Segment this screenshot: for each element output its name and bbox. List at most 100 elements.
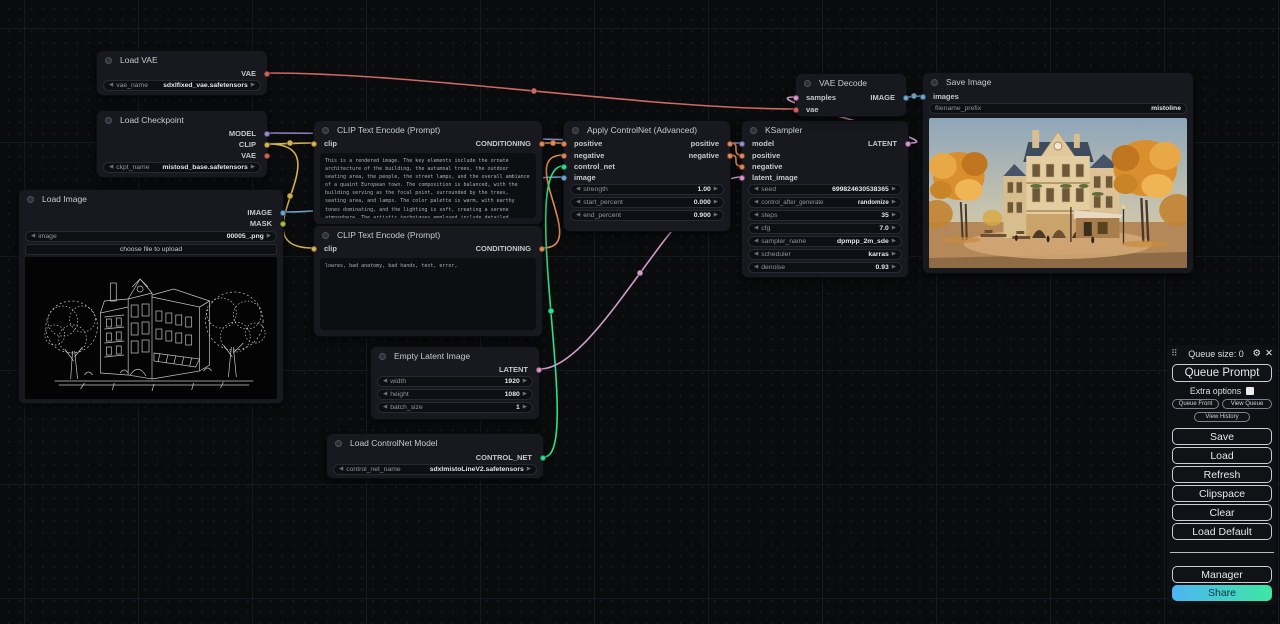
widget-increment-icon[interactable]: ▶ — [523, 378, 527, 385]
widget-decrement-icon[interactable]: ◀ — [754, 264, 758, 271]
latent-output-port[interactable] — [905, 141, 911, 147]
latent-output-port[interactable] — [536, 367, 542, 373]
control-net-input-port[interactable] — [561, 164, 567, 170]
choose-file-button[interactable]: choose file to upload — [25, 244, 277, 255]
width-widget[interactable]: ◀ width 1920 ▶ — [377, 376, 533, 387]
extra-options-checkbox[interactable] — [1246, 386, 1255, 395]
positive-input-port[interactable] — [739, 153, 745, 159]
clipspace-button[interactable]: Clipspace — [1172, 485, 1272, 502]
widget-increment-icon[interactable]: ▶ — [523, 391, 527, 398]
steps-widget[interactable]: ◀ steps 35 ▶ — [748, 210, 902, 221]
widget-decrement-icon[interactable]: ◀ — [754, 251, 758, 258]
conditioning-output-port[interactable] — [539, 141, 545, 147]
queue-prompt-button[interactable]: Queue Prompt — [1172, 364, 1272, 382]
start-percent-widget[interactable]: ◀ start_percent 0.000 ▶ — [570, 197, 724, 208]
widget-increment-icon[interactable]: ▶ — [714, 186, 718, 193]
comfyui-canvas[interactable]: Load VAE VAE ◀ vae_name sdxlfixed_vae.sa… — [0, 0, 1280, 624]
widget-increment-icon[interactable]: ▶ — [267, 233, 271, 240]
widget-decrement-icon[interactable]: ◀ — [754, 238, 758, 245]
conditioning-output-port[interactable] — [539, 246, 545, 252]
widget-decrement-icon[interactable]: ◀ — [109, 164, 113, 171]
widget-decrement-icon[interactable]: ◀ — [383, 378, 387, 385]
control-net-name-widget[interactable]: ◀ control_net_name sdxlmistoLineV2.safet… — [333, 464, 537, 475]
image-input-port[interactable] — [561, 175, 567, 181]
cfg-widget[interactable]: ◀ cfg 7.0 ▶ — [748, 223, 902, 234]
control-after-generate-widget[interactable]: ◀ control_after_generate randomize ▶ — [748, 197, 902, 208]
widget-increment-icon[interactable]: ▶ — [527, 466, 531, 473]
prompt-text-field[interactable]: This is a rendered image. The key elemen… — [320, 153, 536, 218]
widget-decrement-icon[interactable]: ◀ — [754, 199, 758, 206]
widget-decrement-icon[interactable]: ◀ — [576, 199, 580, 206]
negative-output-port[interactable] — [727, 153, 733, 159]
vae-input-port[interactable] — [793, 107, 799, 113]
vae-name-widget[interactable]: ◀ vae_name sdxlfixed_vae.safetensors ▶ — [103, 80, 261, 91]
node-clip-text-encode-positive[interactable]: CLIP Text Encode (Prompt) clip CONDITION… — [311, 120, 545, 225]
load-button[interactable]: Load — [1172, 447, 1272, 464]
clip-output-port[interactable] — [264, 142, 270, 148]
mask-output-port[interactable] — [280, 221, 286, 227]
widget-decrement-icon[interactable]: ◀ — [754, 212, 758, 219]
negative-input-port[interactable] — [561, 153, 567, 159]
denoise-widget[interactable]: ◀ denoise 0.93 ▶ — [748, 262, 902, 273]
widget-decrement-icon[interactable]: ◀ — [383, 391, 387, 398]
refresh-button[interactable]: Refresh — [1172, 466, 1272, 483]
node-vae-decode[interactable]: VAE Decode samples vae IMAGE — [793, 73, 909, 117]
view-queue-button[interactable]: View Queue — [1222, 399, 1272, 409]
widget-decrement-icon[interactable]: ◀ — [383, 404, 387, 411]
widget-increment-icon[interactable]: ▶ — [714, 212, 718, 219]
model-output-port[interactable] — [264, 131, 270, 137]
widget-increment-icon[interactable]: ▶ — [892, 186, 896, 193]
end-percent-widget[interactable]: ◀ end_percent 0.900 ▶ — [570, 210, 724, 221]
sampler-name-widget[interactable]: ◀ sampler_name dpmpp_2m_sde ▶ — [748, 236, 902, 247]
vae-output-port[interactable] — [264, 153, 270, 159]
drag-handle-icon[interactable]: ⠿ — [1171, 348, 1178, 359]
seed-widget[interactable]: ◀ seed 699824630538365 ▶ — [748, 184, 902, 195]
strength-widget[interactable]: ◀ strength 1.00 ▶ — [570, 184, 724, 195]
load-default-button[interactable]: Load Default — [1172, 523, 1272, 540]
clip-input-port[interactable] — [311, 246, 317, 252]
positive-input-port[interactable] — [561, 141, 567, 147]
settings-gear-icon[interactable]: ⚙ — [1253, 348, 1262, 359]
image-output-port[interactable] — [903, 95, 909, 101]
widget-increment-icon[interactable]: ▶ — [523, 404, 527, 411]
latent-image-input-port[interactable] — [739, 175, 745, 181]
node-load-controlnet-model[interactable]: Load ControlNet Model CONTROL_NET ◀ cont… — [326, 433, 546, 479]
widget-increment-icon[interactable]: ▶ — [892, 212, 896, 219]
node-ksampler[interactable]: KSampler model positive negative latent_… — [739, 120, 911, 278]
widget-decrement-icon[interactable]: ◀ — [754, 225, 758, 232]
node-load-vae[interactable]: Load VAE VAE ◀ vae_name sdxlfixed_vae.sa… — [96, 50, 270, 96]
node-apply-controlnet[interactable]: Apply ControlNet (Advanced) positive neg… — [561, 120, 733, 232]
height-widget[interactable]: ◀ height 1080 ▶ — [377, 389, 533, 400]
widget-decrement-icon[interactable]: ◀ — [576, 186, 580, 193]
image-output-port[interactable] — [280, 210, 286, 216]
control-net-output-port[interactable] — [540, 455, 546, 461]
filename-prefix-widget[interactable]: filename_prefix mistoline — [929, 103, 1187, 114]
widget-decrement-icon[interactable]: ◀ — [754, 186, 758, 193]
widget-increment-icon[interactable]: ▶ — [251, 164, 255, 171]
widget-increment-icon[interactable]: ▶ — [251, 82, 255, 89]
node-load-image[interactable]: Load Image IMAGE MASK ◀ image 00005_.png… — [18, 189, 286, 404]
clip-input-port[interactable] — [311, 141, 317, 147]
ckpt-name-widget[interactable]: ◀ ckpt_name mistosd_base.safetensors ▶ — [103, 162, 261, 173]
widget-increment-icon[interactable]: ▶ — [892, 238, 896, 245]
widget-increment-icon[interactable]: ▶ — [714, 199, 718, 206]
share-button[interactable]: Share — [1172, 585, 1272, 601]
model-input-port[interactable] — [739, 141, 745, 147]
view-history-button[interactable]: View History — [1194, 412, 1250, 422]
manager-button[interactable]: Manager — [1172, 566, 1272, 583]
images-input-port[interactable] — [920, 94, 926, 100]
widget-decrement-icon[interactable]: ◀ — [109, 82, 113, 89]
clear-button[interactable]: Clear — [1172, 504, 1272, 521]
node-clip-text-encode-negative[interactable]: CLIP Text Encode (Prompt) clip CONDITION… — [311, 225, 545, 337]
node-empty-latent-image[interactable]: Empty Latent Image LATENT ◀ width 1920 ▶… — [370, 346, 542, 420]
samples-input-port[interactable] — [793, 95, 799, 101]
negative-input-port[interactable] — [739, 164, 745, 170]
widget-decrement-icon[interactable]: ◀ — [31, 233, 35, 240]
save-button[interactable]: Save — [1172, 428, 1272, 445]
node-load-checkpoint[interactable]: Load Checkpoint MODEL CLIP VAE ◀ ckpt_na… — [96, 110, 270, 178]
widget-decrement-icon[interactable]: ◀ — [339, 466, 343, 473]
widget-increment-icon[interactable]: ▶ — [892, 264, 896, 271]
scheduler-widget[interactable]: ◀ scheduler karras ▶ — [748, 249, 902, 260]
close-icon[interactable]: ✕ — [1265, 348, 1273, 359]
widget-decrement-icon[interactable]: ◀ — [576, 212, 580, 219]
